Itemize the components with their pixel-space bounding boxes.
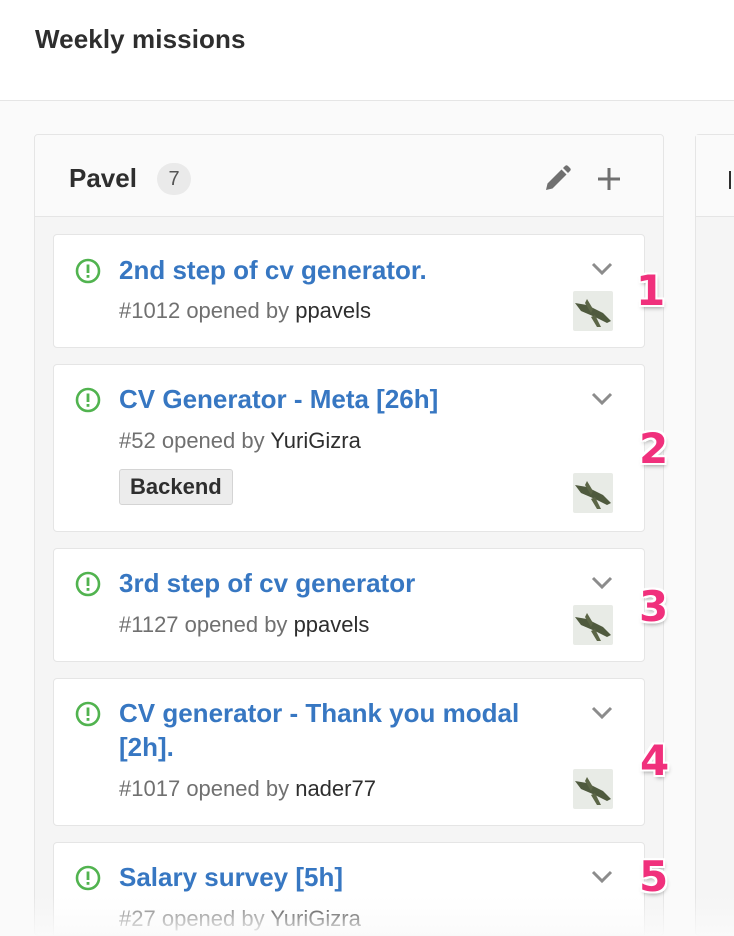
issue-open-icon: [75, 258, 101, 284]
issue-author[interactable]: ppavels: [294, 612, 370, 637]
next-list-title-edge: [729, 171, 731, 189]
issue-title[interactable]: 2nd step of cv generator.: [119, 253, 579, 287]
issue-number: #1017: [119, 776, 181, 801]
step-marker: 5: [639, 852, 669, 901]
chevron-down-icon[interactable]: [590, 391, 614, 407]
issue-open-icon: [75, 865, 101, 891]
issue-title[interactable]: CV generator - Thank you modal [2h].: [119, 696, 579, 764]
opened-by-text: opened by: [186, 776, 290, 801]
issue-author[interactable]: ppavels: [295, 298, 371, 323]
opened-by-text: opened by: [161, 906, 265, 931]
issue-number: #27: [119, 906, 156, 931]
list-title: Pavel: [69, 163, 137, 193]
chevron-down-icon[interactable]: [590, 705, 614, 721]
issue-meta: #1127 opened by ppavels: [119, 612, 369, 638]
chevron-down-icon[interactable]: [590, 575, 614, 591]
issue-card[interactable]: Salary survey [5h] #27 opened by YuriGiz…: [53, 842, 645, 935]
issue-open-icon: [75, 387, 101, 413]
label-backend[interactable]: Backend: [119, 469, 233, 505]
step-marker: 3: [639, 582, 669, 631]
issue-title[interactable]: Salary survey [5h]: [119, 860, 579, 894]
assignee-avatar[interactable]: [573, 605, 613, 645]
page-header: Weekly missions: [0, 0, 734, 101]
pencil-icon[interactable]: [539, 161, 575, 197]
chevron-down-icon[interactable]: [590, 869, 614, 885]
assignee-avatar[interactable]: [573, 291, 613, 331]
issue-card[interactable]: 2nd step of cv generator. #1012 opened b…: [53, 234, 645, 348]
chevron-down-icon[interactable]: [590, 261, 614, 277]
issue-title[interactable]: CV Generator - Meta [26h]: [119, 382, 579, 416]
board-list-next: [695, 134, 734, 936]
issue-open-icon: [75, 701, 101, 727]
opened-by-text: opened by: [184, 612, 288, 637]
plus-icon[interactable]: [591, 161, 627, 197]
issue-open-icon: [75, 571, 101, 597]
assignee-avatar[interactable]: [573, 473, 613, 513]
board-list-pavel: Pavel 7 2nd step of cv generator. #1012 …: [34, 134, 664, 936]
issue-author[interactable]: YuriGizra: [270, 428, 360, 453]
next-list-header: [696, 135, 734, 217]
step-marker: 1: [636, 266, 666, 315]
issue-card[interactable]: 3rd step of cv generator #1127 opened by…: [53, 548, 645, 662]
list-header: Pavel 7: [35, 135, 663, 217]
issue-count-badge: 7: [157, 163, 191, 195]
opened-by-text: opened by: [161, 428, 265, 453]
issue-title[interactable]: 3rd step of cv generator: [119, 566, 579, 600]
issue-meta: #1012 opened by ppavels: [119, 298, 371, 324]
issue-author[interactable]: YuriGizra: [270, 906, 360, 931]
issue-number: #1012: [119, 298, 181, 323]
step-marker: 4: [640, 736, 670, 785]
issue-author[interactable]: nader77: [295, 776, 376, 801]
issue-card[interactable]: CV Generator - Meta [26h] #52 opened by …: [53, 364, 645, 532]
issue-meta: #1017 opened by nader77: [119, 776, 376, 802]
issue-card[interactable]: CV generator - Thank you modal [2h]. #10…: [53, 678, 645, 826]
page-title: Weekly missions: [35, 24, 246, 54]
assignee-avatar[interactable]: [573, 769, 613, 809]
opened-by-text: opened by: [186, 298, 290, 323]
issue-meta: #27 opened by YuriGizra: [119, 906, 361, 932]
issue-meta: #52 opened by YuriGizra: [119, 428, 361, 454]
issue-number: #52: [119, 428, 156, 453]
issue-number: #1127: [119, 612, 179, 637]
step-marker: 2: [639, 424, 669, 473]
